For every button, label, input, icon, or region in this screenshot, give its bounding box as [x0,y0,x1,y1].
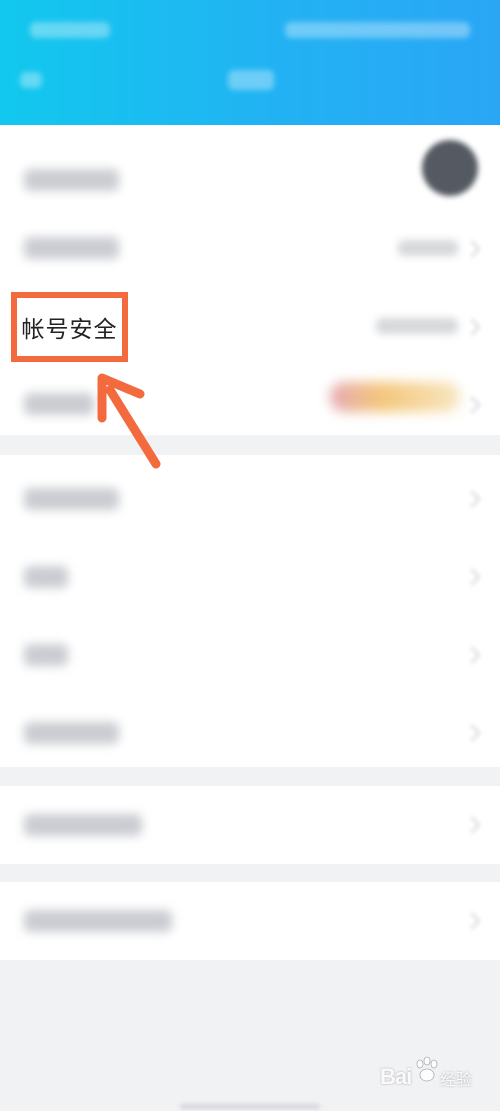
header-title [228,70,274,90]
chevron-right-icon [463,816,481,834]
chevron-right-icon [463,912,481,930]
settings-section-general [0,455,500,767]
settings-row-6[interactable] [0,536,500,614]
row-label-placeholder [24,722,119,744]
settings-section-4 [0,882,500,960]
app-header [0,0,500,125]
row-label-placeholder [24,814,142,836]
back-icon[interactable] [20,72,42,88]
chevron-right-icon [463,396,481,414]
baidu-paw-icon [416,1056,438,1082]
vip-badge [330,382,460,412]
row-label-placeholder [24,644,68,666]
account-security-label: 帐号安全 [21,317,118,343]
settings-row-8[interactable] [0,692,500,770]
row-label-placeholder [24,910,172,932]
account-security-highlight[interactable]: 帐号安全 [11,292,128,362]
row-label-placeholder [24,169,119,191]
row-label-placeholder [24,393,94,415]
settings-row-5[interactable] [0,458,500,536]
chevron-right-icon [463,318,481,336]
home-indicator [180,1104,320,1109]
chevron-right-icon [463,240,481,258]
row-value-placeholder [376,318,458,334]
chevron-right-icon [463,568,481,586]
row-label-placeholder [24,488,119,510]
settings-row-9[interactable] [0,786,500,864]
watermark-brand: Bai [380,1064,412,1089]
chevron-right-icon [463,490,481,508]
status-bar-left [30,22,110,38]
settings-row-7[interactable] [0,614,500,692]
settings-row-10[interactable] [0,882,500,960]
row-label-placeholder [24,566,68,588]
watermark-cn: 经验 [440,1070,473,1089]
chevron-right-icon [463,724,481,742]
row-label-placeholder [24,237,119,259]
annotation-arrow-icon [97,373,161,469]
avatar[interactable] [422,140,478,196]
row-value-placeholder [398,240,458,256]
settings-section-3 [0,786,500,864]
settings-row-2[interactable] [0,209,500,287]
chevron-right-icon [463,646,481,664]
status-bar-right [285,22,470,38]
